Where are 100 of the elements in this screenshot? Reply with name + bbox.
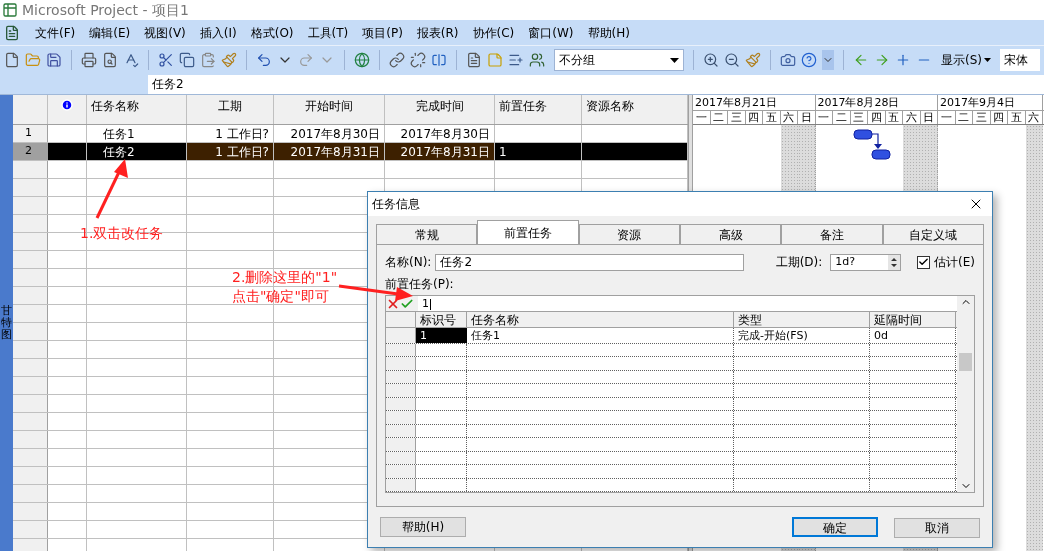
row-number[interactable] — [13, 359, 48, 376]
duration-field[interactable]: 1d? — [830, 253, 902, 271]
group-select[interactable]: 不分组 — [554, 49, 684, 71]
help-icon[interactable] — [801, 52, 817, 68]
row-number[interactable]: 2 — [13, 143, 48, 160]
dialog-tab[interactable]: 备注 — [781, 224, 883, 244]
column-header[interactable]: 完成时间 — [385, 95, 495, 124]
help-button[interactable]: 帮助(H) — [380, 517, 466, 537]
ok-button[interactable]: 确定 — [792, 517, 878, 537]
row-number[interactable] — [13, 305, 48, 322]
menu-item[interactable]: 窗口(W) — [521, 23, 581, 42]
globe-icon[interactable] — [354, 52, 370, 68]
column-header[interactable]: 任务名称 — [87, 95, 187, 124]
row-number[interactable] — [13, 539, 48, 551]
row-number[interactable] — [13, 269, 48, 286]
cancel-button[interactable]: 取消 — [894, 518, 980, 538]
scrollbar[interactable] — [957, 296, 974, 492]
row-number[interactable] — [13, 485, 48, 502]
row-number[interactable] — [13, 413, 48, 430]
menu-item[interactable]: 工具(T) — [300, 23, 356, 42]
dialog-tab[interactable]: 高级 — [680, 224, 782, 244]
camera-icon[interactable] — [780, 52, 796, 68]
day-label: 四 — [990, 111, 1008, 124]
menu-item[interactable]: 协作(C) — [465, 23, 522, 42]
entry-field[interactable]: 任务2 — [148, 75, 1044, 94]
scroll-thumb[interactable] — [959, 353, 972, 371]
gantt-bars-drawing — [853, 129, 893, 161]
menu-item[interactable]: 帮助(H) — [580, 23, 637, 42]
dialog-tab[interactable]: 常规 — [376, 224, 478, 244]
column-header[interactable]: 前置任务 — [495, 95, 582, 124]
predecessors-label: 前置任务(P): — [385, 276, 455, 293]
row-number[interactable] — [13, 179, 48, 196]
menu-item[interactable]: 视图(V) — [137, 23, 193, 42]
column-header[interactable]: 延隔时间 — [870, 312, 956, 327]
note-icon[interactable] — [487, 52, 503, 68]
row-number[interactable] — [13, 431, 48, 448]
column-header[interactable]: 标识号 — [416, 312, 467, 327]
annotation-text: 1.双击改任务 — [80, 224, 164, 242]
scissors-icon[interactable] — [158, 52, 174, 68]
copy-icon[interactable] — [179, 52, 195, 68]
toolbar-options-icon[interactable] — [822, 50, 834, 70]
task-info-icon[interactable] — [466, 52, 482, 68]
name-field[interactable]: 任务2 — [435, 253, 744, 271]
row-number[interactable]: 1 — [13, 125, 48, 142]
row-number[interactable] — [13, 341, 48, 358]
zoom-out-icon[interactable] — [724, 52, 740, 68]
link-icon[interactable] — [389, 52, 405, 68]
column-header[interactable]: 开始时间 — [274, 95, 385, 124]
redo-icon[interactable] — [298, 52, 314, 68]
row-number[interactable] — [13, 161, 48, 178]
row-number[interactable] — [13, 521, 48, 538]
dialog-tab[interactable]: 前置任务 — [477, 220, 579, 244]
table-cell: 1 — [495, 143, 582, 160]
undo-icon[interactable] — [256, 52, 272, 68]
day-label: 四 — [745, 111, 763, 124]
entry-field[interactable]: 1 — [418, 296, 957, 311]
menu-item[interactable]: 插入(I) — [192, 23, 244, 42]
menu-item[interactable]: 报表(R) — [409, 23, 466, 42]
menu-item[interactable]: 项目(P) — [355, 23, 410, 42]
day-label: 日 — [920, 111, 938, 124]
show-menu-button[interactable]: 显示(S) — [937, 51, 995, 69]
menu-item[interactable]: 格式(O) — [243, 23, 301, 42]
document-icon[interactable] — [4, 24, 20, 41]
menu-item[interactable]: 编辑(E) — [82, 23, 138, 42]
row-number[interactable] — [13, 323, 48, 340]
row-number[interactable] — [13, 395, 48, 412]
column-header[interactable]: 类型 — [734, 312, 870, 327]
folder-icon[interactable] — [25, 52, 41, 68]
row-number[interactable] — [13, 467, 48, 484]
row-number[interactable] — [13, 377, 48, 394]
row-number[interactable] — [13, 197, 48, 214]
row-number[interactable] — [13, 251, 48, 268]
column-header[interactable]: 工期 — [187, 95, 274, 124]
print-preview-icon[interactable] — [102, 52, 118, 68]
dialog-tab[interactable]: 自定义域 — [882, 224, 984, 244]
menu-item[interactable]: 文件(F) — [28, 23, 83, 42]
row-number[interactable] — [13, 503, 48, 520]
dialog-tab[interactable]: 资源 — [578, 224, 680, 244]
spin-icon[interactable] — [888, 254, 901, 270]
day-label: 日 — [798, 111, 816, 124]
column-header[interactable]: 任务名称 — [467, 312, 734, 327]
unlink-icon[interactable] — [410, 52, 426, 68]
paste-icon[interactable] — [200, 52, 216, 68]
estimate-checkbox[interactable] — [917, 255, 931, 269]
font-select[interactable]: 宋体 — [1000, 49, 1040, 71]
row-header[interactable] — [386, 344, 416, 357]
row-number[interactable] — [13, 215, 48, 232]
plus-icon[interactable] — [895, 52, 911, 68]
day-label: 六 — [1025, 111, 1043, 124]
paintbrush-icon[interactable] — [221, 52, 237, 68]
row-number[interactable] — [13, 287, 48, 304]
assign-icon[interactable] — [508, 52, 524, 68]
users-icon[interactable] — [529, 52, 545, 68]
zoom-in-icon[interactable] — [703, 52, 719, 68]
row-number[interactable] — [13, 233, 48, 250]
new-icon[interactable] — [4, 52, 20, 68]
spell-check-icon[interactable] — [123, 52, 139, 68]
save-icon[interactable] — [46, 52, 62, 68]
row-number[interactable] — [13, 449, 48, 466]
printer-icon[interactable] — [81, 52, 97, 68]
